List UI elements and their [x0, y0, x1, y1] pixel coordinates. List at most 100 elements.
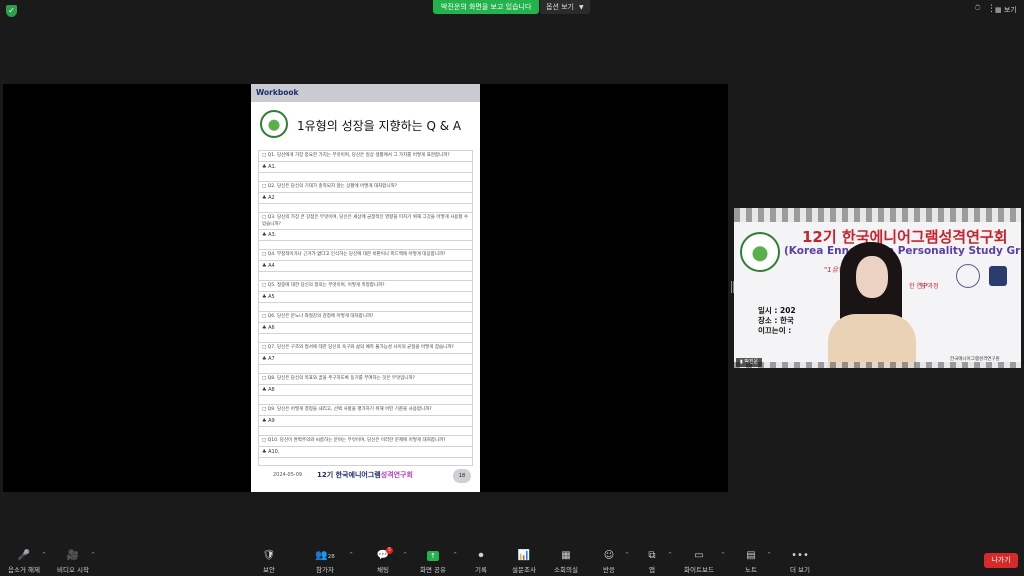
- breakout-grid-icon: ▦: [561, 550, 571, 561]
- chevron-up-icon[interactable]: ^: [403, 552, 407, 558]
- polls-button[interactable]: 📊 설문조사: [504, 549, 544, 574]
- workbook-page: Workbook 1유형의 성장을 지향하는 Q & A □ Q1. 당신에게 …: [251, 84, 480, 492]
- enneagram-logo-icon: [260, 110, 288, 138]
- leave-button[interactable]: 나가기: [984, 553, 1018, 568]
- view-options-button[interactable]: 옵션 보기 ▼: [540, 0, 590, 14]
- chevron-up-icon[interactable]: ^: [625, 552, 629, 558]
- security-shield-icon: 🛡: [262, 550, 276, 561]
- reactions-button[interactable]: ☺ 반응 ^: [589, 549, 629, 574]
- workbook-footer: 2024-05-09 12기 한국에니어그램성격연구회 18: [251, 464, 480, 486]
- answer-blank-row: [258, 271, 473, 280]
- banner-info-date: 일시 : 202: [758, 306, 796, 315]
- chevron-up-icon[interactable]: ^: [91, 552, 95, 558]
- answer-row: ♣ A3.: [258, 229, 473, 240]
- more-label: 더 보기: [789, 566, 810, 574]
- chat-badge: 5: [386, 547, 393, 554]
- view-options-label: 옵션 보기: [546, 3, 574, 11]
- chat-bubble-icon: 💬: [376, 550, 390, 561]
- polls-label: 설문조사: [512, 566, 536, 574]
- start-video-button[interactable]: 🎥 비디오 시작 ^: [53, 549, 95, 574]
- answer-row: ♣ A9: [258, 415, 473, 426]
- answer-row: ♣ A8: [258, 384, 473, 395]
- chevron-up-icon[interactable]: ^: [453, 552, 457, 558]
- banner-seal-icon: [956, 264, 980, 288]
- chat-label: 채팅: [377, 566, 389, 574]
- answer-blank-row: [258, 364, 473, 373]
- security-label: 보안: [263, 566, 275, 574]
- unmute-button[interactable]: 🎤 음소거 해제 ^: [4, 549, 46, 574]
- participants-icon: 👥: [315, 550, 328, 561]
- banner-info-place: 장소 : 한국: [758, 316, 794, 325]
- banner-line-3: 향": [920, 283, 929, 290]
- reaction-smile-icon: ☺: [603, 550, 615, 561]
- footer-date: 2024-05-09: [273, 472, 303, 478]
- microphone-muted-icon: 🎤: [17, 550, 31, 561]
- security-button[interactable]: 🛡 보안: [249, 549, 289, 574]
- apps-label: 앱: [649, 566, 655, 574]
- question-row: □ Q8. 당신은 당신의 목표와 꿈을 추구하도록 동기를 부여하는 것은 무…: [258, 373, 473, 384]
- answer-blank-row: [258, 203, 473, 212]
- banner-emblem-icon: [989, 266, 1007, 286]
- top-bar: ✓ 박진운의 화면을 보고 있습니다 옵션 보기 ▼ ⍥ ⋮ ▦ 보기: [0, 0, 1024, 22]
- question-row: □ Q2. 당신은 당신의 기대가 충족되지 않는 상황에 어떻게 대처합니까?: [258, 181, 473, 192]
- notes-label: 노트: [745, 566, 757, 574]
- video-off-icon: 🎥: [66, 550, 80, 561]
- record-button[interactable]: ⏺ 기록: [461, 549, 501, 574]
- question-row: □ Q3. 당신의 가장 큰 강점은 무엇이며, 당신은 세상에 긍정적인 영향…: [258, 212, 473, 229]
- whiteboard-label: 화이트보드: [684, 566, 714, 574]
- participant-video-tile[interactable]: 12기 한국에니어그램성격연구회 (Korea Enneagram Person…: [734, 208, 1021, 368]
- page-number: 18: [453, 469, 471, 483]
- apps-icon: ⧉: [648, 550, 656, 561]
- answer-blank-row: [258, 302, 473, 311]
- more-dots-icon: •••: [791, 550, 809, 561]
- notes-button[interactable]: ▤ 노트 ^: [731, 549, 771, 574]
- share-screen-label: 화면 공유: [420, 566, 446, 574]
- chevron-up-icon[interactable]: ^: [349, 552, 353, 558]
- question-row: □ Q6. 당신은 분노나 좌절감의 감정에 어떻게 대처합니까?: [258, 311, 473, 322]
- shield-check-icon[interactable]: ✓: [6, 5, 17, 17]
- question-row: □ Q5. 정중에 대한 당신의 정의는 무엇이며, 어떻게 측정합니까?: [258, 280, 473, 291]
- share-screen-icon: ↑: [427, 551, 439, 561]
- question-row: □ Q4. 부정적이거나 근거가 없다고 인식하는 당신에 대한 비판이나 피드…: [258, 249, 473, 260]
- answer-blank-row: [258, 426, 473, 435]
- answer-blank-row: [258, 172, 473, 181]
- reactions-label: 반응: [603, 566, 615, 574]
- answer-row: ♣ A2: [258, 192, 473, 203]
- chevron-up-icon[interactable]: ^: [721, 552, 725, 558]
- notes-icon: ▤: [746, 550, 756, 561]
- view-label: 보기: [1003, 6, 1017, 14]
- page-title: 1유형의 성장을 지향하는 Q & A: [297, 119, 462, 133]
- answer-row: ♣ A7: [258, 353, 473, 364]
- unmute-label: 음소거 해제: [8, 566, 40, 574]
- whiteboard-button[interactable]: ▭ 화이트보드 ^: [679, 549, 725, 574]
- person-face: [856, 256, 888, 298]
- banner-logo-icon: [740, 232, 780, 272]
- chevron-up-icon[interactable]: ^: [42, 552, 46, 558]
- speaker-icon[interactable]: ⍥: [975, 4, 980, 14]
- qa-table: □ Q1. 당신에게 가장 중요한 가치는 무엇이며, 당신은 일상 생활에서 …: [258, 150, 473, 466]
- question-row: □ Q1. 당신에게 가장 중요한 가치는 무엇이며, 당신은 일상 생활에서 …: [258, 150, 473, 161]
- participants-label: 참가자: [316, 566, 334, 574]
- chevron-up-icon[interactable]: ^: [767, 552, 771, 558]
- screen-share-banner: 박진운의 화면을 보고 있습니다: [433, 0, 540, 14]
- workbook-header: Workbook: [251, 84, 480, 102]
- breakout-rooms-label: 소회의실: [554, 566, 578, 574]
- chat-button[interactable]: 💬 5 채팅 ^: [363, 547, 407, 574]
- workbook-header-text: Workbook: [256, 88, 299, 97]
- answer-row: ♣ A4: [258, 260, 473, 271]
- view-grid-icon: ▦: [995, 6, 1004, 14]
- person-body: [828, 314, 916, 368]
- more-button[interactable]: ••• 더 보기: [780, 549, 820, 574]
- participants-button[interactable]: 👥28 참가자 ^: [305, 549, 353, 574]
- chevron-down-icon: ▼: [579, 4, 584, 11]
- apps-button[interactable]: ⧉ 앱 ^: [632, 549, 672, 574]
- participant-name: 박진운: [744, 359, 759, 365]
- chevron-up-icon[interactable]: ^: [668, 552, 672, 558]
- view-button[interactable]: ▦ 보기: [995, 5, 1017, 15]
- share-screen-button[interactable]: ↑ 화면 공유 ^: [413, 549, 457, 574]
- record-label: 기록: [475, 566, 487, 574]
- breakout-rooms-button[interactable]: ▦ 소회의실: [546, 549, 586, 574]
- participant-person: [824, 234, 920, 368]
- answer-blank-row: [258, 240, 473, 249]
- participant-name-tag: ▮ 박진운: [736, 358, 763, 367]
